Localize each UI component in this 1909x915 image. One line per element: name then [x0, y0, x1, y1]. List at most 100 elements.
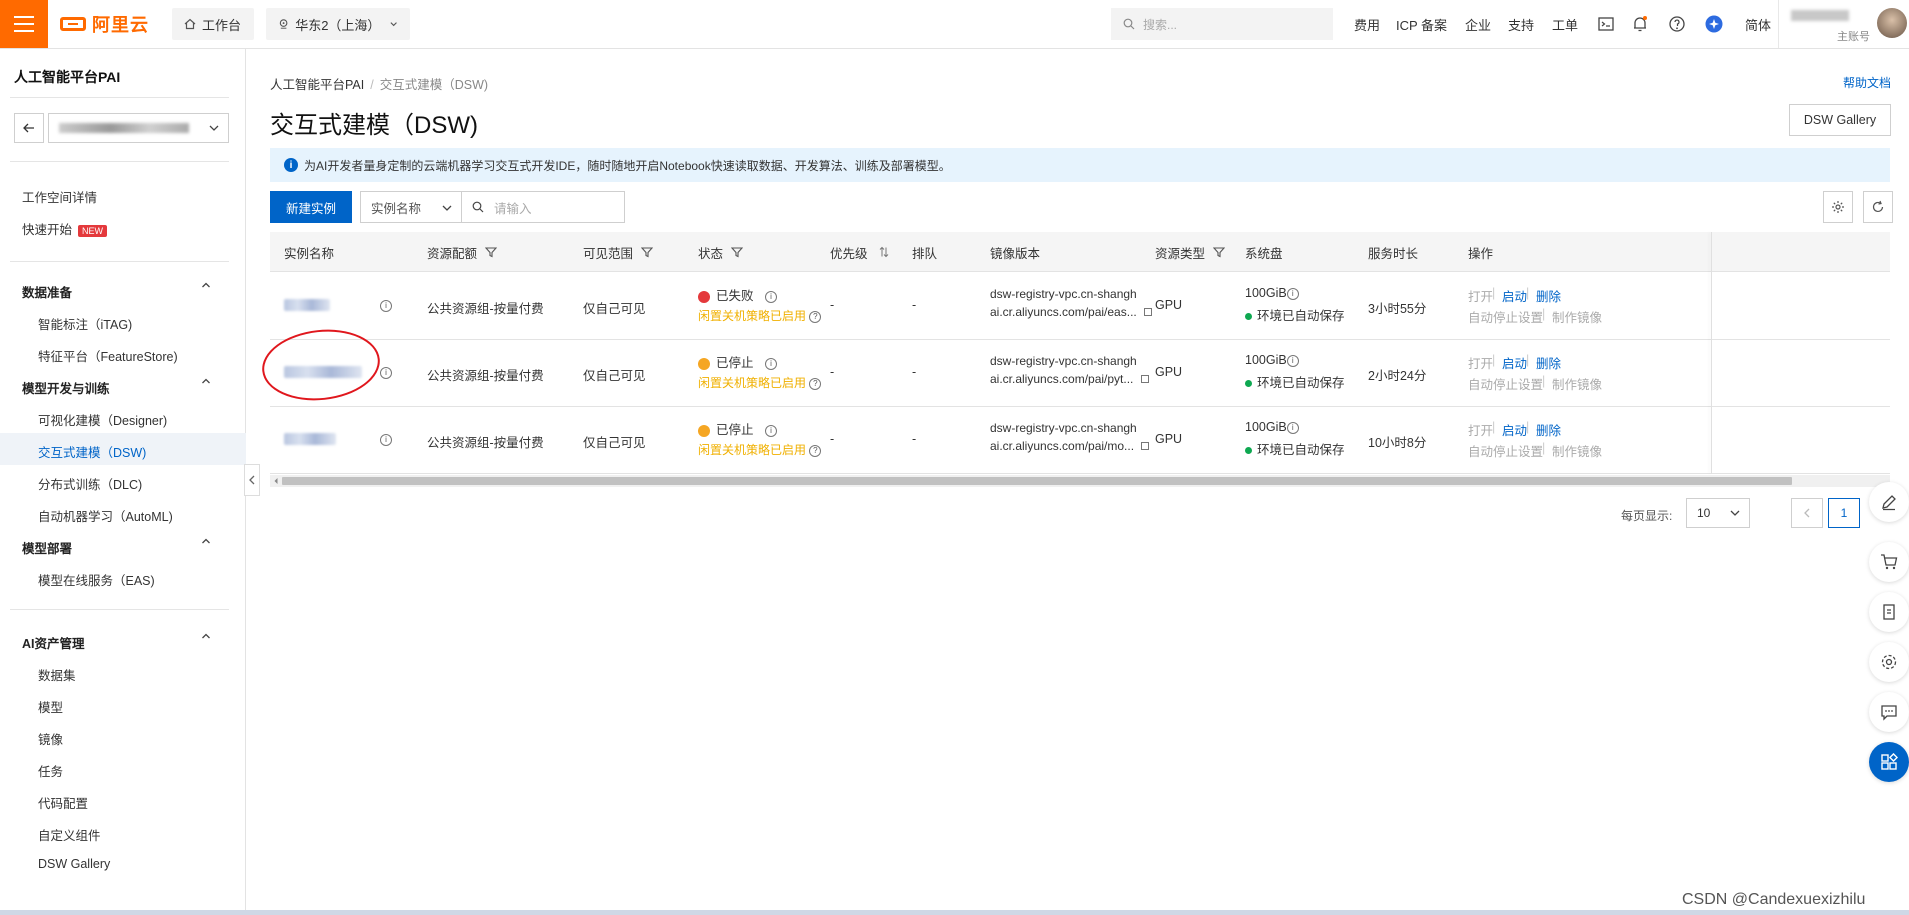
op-auto-stop[interactable]: 自动停止设置: [1468, 441, 1543, 460]
idle-policy-text[interactable]: 闲置关机策略已启用 ?: [698, 374, 822, 391]
op-delete[interactable]: 删除: [1536, 353, 1561, 372]
idle-policy-text[interactable]: 闲置关机策略已启用 ?: [698, 307, 822, 324]
breadcrumb-root[interactable]: 人工智能平台PAI: [270, 78, 364, 92]
nav-cost[interactable]: 费用: [1354, 0, 1380, 48]
sidebar-item-itag[interactable]: 智能标注（iTAG): [38, 314, 132, 333]
sidebar-item-quick-start[interactable]: 快速开始 NEW: [22, 219, 108, 238]
op-make-image[interactable]: 制作镜像: [1552, 374, 1602, 393]
sidebar-item-dlc[interactable]: 分布式训练（DLC): [38, 474, 142, 493]
edit-float-button[interactable]: [1869, 482, 1909, 522]
chevron-up-icon[interactable]: [201, 536, 211, 546]
sidebar-item-tasks[interactable]: 任务: [38, 761, 63, 780]
filter-icon[interactable]: [731, 246, 744, 258]
col-visibility[interactable]: 可见范围: [583, 232, 654, 272]
filter-icon[interactable]: [485, 246, 498, 258]
sidebar-item-code-config[interactable]: 代码配置: [38, 793, 88, 812]
info-icon[interactable]: i: [380, 366, 392, 379]
sidebar-item-models[interactable]: 模型: [38, 697, 63, 716]
sidebar-item-dsw-gallery[interactable]: DSW Gallery: [38, 857, 110, 871]
info-icon[interactable]: i: [1286, 421, 1299, 434]
copy-icon[interactable]: [1144, 308, 1153, 316]
op-start[interactable]: 启动: [1502, 420, 1527, 439]
sidebar-item-custom-components[interactable]: 自定义组件: [38, 825, 101, 844]
help-icon[interactable]: [1668, 15, 1686, 33]
question-icon[interactable]: ?: [809, 310, 822, 323]
info-icon[interactable]: i: [1286, 287, 1299, 300]
question-icon[interactable]: ?: [809, 444, 822, 457]
doc-float-button[interactable]: [1869, 592, 1909, 632]
sidebar-item-dsw[interactable]: 交互式建模（DSW): [38, 442, 146, 461]
sidebar-group-deploy[interactable]: 模型部署: [22, 538, 72, 557]
info-icon[interactable]: i: [765, 424, 777, 437]
copy-icon[interactable]: [1141, 442, 1150, 450]
nav-enterprise[interactable]: 企业: [1465, 0, 1491, 48]
terminal-icon[interactable]: [1597, 15, 1615, 33]
sort-icon[interactable]: [878, 246, 890, 258]
info-icon[interactable]: i: [765, 290, 777, 303]
sidebar-group-ai-assets[interactable]: AI资产管理: [22, 633, 85, 652]
info-icon[interactable]: i: [1286, 354, 1299, 367]
workspace-select[interactable]: [48, 113, 229, 143]
scroll-left-icon[interactable]: [272, 477, 280, 485]
sidebar-item-workspace-detail[interactable]: 工作空间详情: [22, 187, 97, 206]
region-select[interactable]: 华东2（上海）: [266, 8, 410, 40]
col-quota[interactable]: 资源配额: [427, 232, 498, 272]
apps-float-button[interactable]: [1869, 742, 1909, 782]
op-delete[interactable]: 删除: [1536, 420, 1561, 439]
filter-search-input[interactable]: 请输入: [461, 191, 625, 223]
op-make-image[interactable]: 制作镜像: [1552, 441, 1602, 460]
settings-button[interactable]: [1823, 191, 1853, 223]
info-icon[interactable]: i: [380, 299, 392, 312]
info-icon[interactable]: i: [765, 357, 777, 370]
info-icon[interactable]: i: [380, 433, 392, 446]
chevron-up-icon[interactable]: [201, 631, 211, 641]
op-delete[interactable]: 删除: [1536, 286, 1561, 305]
op-open[interactable]: 打开: [1468, 353, 1493, 372]
op-make-image[interactable]: 制作镜像: [1552, 307, 1602, 326]
sidebar-item-designer[interactable]: 可视化建模（Designer): [38, 410, 167, 429]
op-open[interactable]: 打开: [1468, 420, 1493, 439]
sidebar-group-data-prep[interactable]: 数据准备: [22, 282, 72, 301]
instance-name-blurred[interactable]: [284, 433, 336, 445]
bell-icon[interactable]: [1631, 15, 1649, 33]
dsw-gallery-button[interactable]: DSW Gallery: [1789, 104, 1891, 136]
sidebar-item-images[interactable]: 镜像: [38, 729, 63, 748]
col-status[interactable]: 状态: [698, 232, 744, 272]
settings-float-button[interactable]: [1869, 642, 1909, 682]
question-icon[interactable]: ?: [809, 377, 822, 390]
scrollbar-thumb[interactable]: [282, 477, 1792, 485]
global-search-input[interactable]: 搜索...: [1111, 8, 1333, 40]
aliyun-logo[interactable]: 阿里云: [60, 13, 149, 35]
nav-ticket[interactable]: 工单: [1552, 0, 1578, 48]
menu-icon[interactable]: [0, 0, 48, 48]
account-menu[interactable]: 主账号: [1778, 0, 1909, 48]
sidebar-item-datasets[interactable]: 数据集: [38, 665, 76, 684]
copy-icon[interactable]: [1140, 375, 1149, 383]
instance-name-blurred[interactable]: [284, 299, 330, 311]
create-instance-button[interactable]: 新建实例: [270, 191, 352, 223]
sidebar-item-eas[interactable]: 模型在线服务（EAS): [38, 570, 155, 589]
page-1-button[interactable]: 1: [1828, 498, 1860, 528]
op-start[interactable]: 启动: [1502, 286, 1527, 305]
op-auto-stop[interactable]: 自动停止设置: [1468, 307, 1543, 326]
language-switch[interactable]: 简体: [1745, 0, 1771, 48]
sidebar-group-model-dev[interactable]: 模型开发与训练: [22, 378, 110, 397]
ai-assistant-icon[interactable]: [1705, 15, 1723, 33]
chevron-up-icon[interactable]: [201, 376, 211, 386]
col-priority[interactable]: 优先级: [830, 232, 890, 272]
back-button[interactable]: [14, 113, 44, 143]
filter-icon[interactable]: [641, 246, 654, 258]
op-start[interactable]: 启动: [1502, 353, 1527, 372]
page-size-select[interactable]: 10: [1686, 498, 1750, 528]
cart-float-button[interactable]: [1869, 542, 1909, 582]
filter-field-select[interactable]: 实例名称: [360, 191, 462, 223]
refresh-button[interactable]: [1863, 191, 1893, 223]
chat-float-button[interactable]: [1869, 692, 1909, 732]
op-open[interactable]: 打开: [1468, 286, 1493, 305]
horizontal-scrollbar[interactable]: [270, 475, 1890, 487]
help-doc-link[interactable]: 帮助文档: [1843, 74, 1891, 91]
filter-icon[interactable]: [1213, 246, 1226, 258]
chevron-up-icon[interactable]: [201, 280, 211, 290]
sidebar-item-featurestore[interactable]: 特征平台（FeatureStore): [38, 346, 178, 365]
op-auto-stop[interactable]: 自动停止设置: [1468, 374, 1543, 393]
